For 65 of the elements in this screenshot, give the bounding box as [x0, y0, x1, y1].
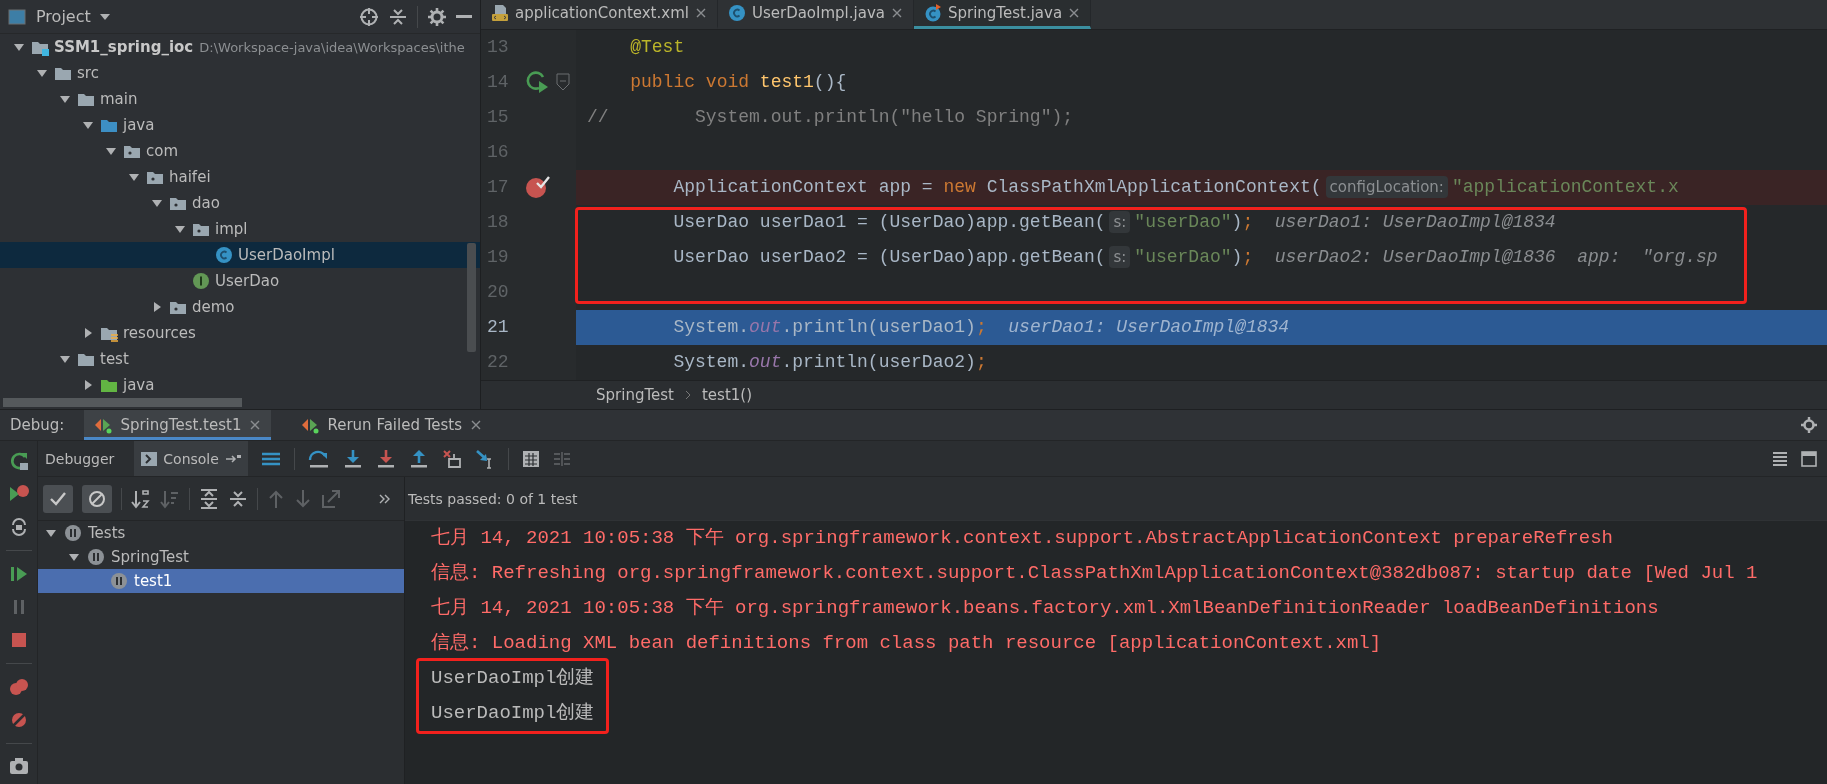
test-tree-item[interactable]: SpringTest — [38, 545, 404, 569]
tool-tab[interactable]: Debugger — [38, 441, 122, 476]
debug-tab[interactable]: Rerun Failed Tests — [291, 410, 493, 440]
console-line: 七月 14, 2021 10:05:38 下午 org.springframework.context.support.AbstractApplicationContext prepareRefresh — [431, 526, 1614, 551]
tree-item[interactable]: SSM1_spring_ioc D:\Workspace-java\idea\Workspaces\ithe — [0, 34, 480, 60]
tree-item[interactable]: haifei — [0, 164, 480, 190]
line-number: 22 — [486, 352, 510, 372]
inline-value: userDao1: UserDaoImpl@1834 — [1274, 212, 1556, 232]
code-text: System.out.println(userDao1); — [672, 317, 987, 337]
parameter-hint: s: — [1109, 246, 1131, 268]
tree-item[interactable]: UserDaoImpl — [0, 242, 480, 268]
line-number: 14 — [486, 72, 510, 92]
inline-value: userDao1: UserDaoImpl@1834 — [1008, 317, 1290, 337]
editor-tab[interactable]: UserDaoImpl.java — [717, 0, 914, 29]
inline-value: userDao2: UserDaoImpl@1836 — [1274, 247, 1556, 267]
line-number: 21 — [486, 317, 510, 337]
code-text: "userDao"); — [1134, 212, 1254, 232]
parameter-hint: configLocation: — [1325, 176, 1448, 198]
code-text: public void test1(){ — [629, 72, 847, 92]
code-text: ApplicationContext app = new ClassPathXmlApplicationContext( — [672, 177, 1322, 197]
tree-item[interactable]: dao — [0, 190, 480, 216]
code-text: System.out.println(userDao2); — [672, 352, 987, 372]
code-text: UserDao userDao2 = (UserDao)app.getBean( — [672, 247, 1106, 267]
line-number: 13 — [486, 37, 510, 57]
inline-value: "org.sp — [1642, 247, 1718, 267]
code-text: "applicationContext.x — [1451, 177, 1679, 197]
project-path: D:\Workspace-java\idea\Workspaces\ithe — [199, 39, 465, 55]
tree-item[interactable]: demo — [0, 294, 480, 320]
tree-item[interactable]: impl — [0, 216, 480, 242]
editor-tab[interactable]: SpringTest.java — [913, 0, 1092, 29]
debug-tab[interactable]: SpringTest.test1 — [84, 410, 272, 440]
tree-item[interactable]: main — [0, 86, 480, 112]
console-line: 七月 14, 2021 10:05:38 下午 org.springframework.beans.factory.xml.XmlBeanDefinitionReader loadBeanDefinitions — [431, 596, 1660, 621]
test-status: Tests passed: 0 of 1 test — [408, 490, 578, 507]
code-text: // System.out.println("hello Spring"); — [587, 107, 1074, 127]
panel-title: Debug: — [10, 416, 65, 434]
editor-tab[interactable]: applicationContext.xml — [481, 0, 718, 29]
code-text: @Test — [629, 37, 685, 57]
line-number: 20 — [486, 282, 510, 302]
parameter-hint: s: — [1109, 211, 1131, 233]
tree-item[interactable]: java — [0, 372, 480, 398]
line-number: 15 — [486, 107, 510, 127]
console-line: 信息: Refreshing org.springframework.context.support.ClassPathXmlApplicationContext@382db087: startup date [Wed Jul 1 — [431, 561, 1759, 586]
breadcrumb-item[interactable]: test1() — [701, 385, 752, 404]
breadcrumb-item[interactable]: SpringTest — [596, 385, 674, 404]
line-number: 18 — [486, 212, 510, 232]
test-tree-item[interactable]: test1 — [38, 569, 404, 593]
tree-item[interactable]: com — [0, 138, 480, 164]
tree-item[interactable]: UserDao — [0, 268, 480, 294]
tree-item[interactable]: resources — [0, 320, 480, 346]
tree-item[interactable]: test — [0, 346, 480, 372]
view-selector[interactable]: Project — [36, 7, 111, 26]
console-line: UserDaoImpl创建 — [431, 701, 595, 726]
line-number: 17 — [486, 177, 510, 197]
code-text: "userDao"); — [1134, 247, 1254, 267]
tree-item[interactable]: java — [0, 112, 480, 138]
line-number: 19 — [486, 247, 510, 267]
tool-tab[interactable]: Console — [134, 441, 248, 476]
code-text: UserDao userDao1 = (UserDao)app.getBean( — [672, 212, 1106, 232]
console-line: 信息: Loading XML bean definitions from class path resource [applicationContext.xml] — [431, 631, 1383, 656]
console-line: UserDaoImpl创建 — [431, 666, 595, 691]
test-tree-item[interactable]: Tests — [38, 521, 404, 545]
tree-item[interactable]: src — [0, 60, 480, 86]
line-number: 16 — [486, 142, 510, 162]
inline-value: app: — [1577, 247, 1621, 267]
